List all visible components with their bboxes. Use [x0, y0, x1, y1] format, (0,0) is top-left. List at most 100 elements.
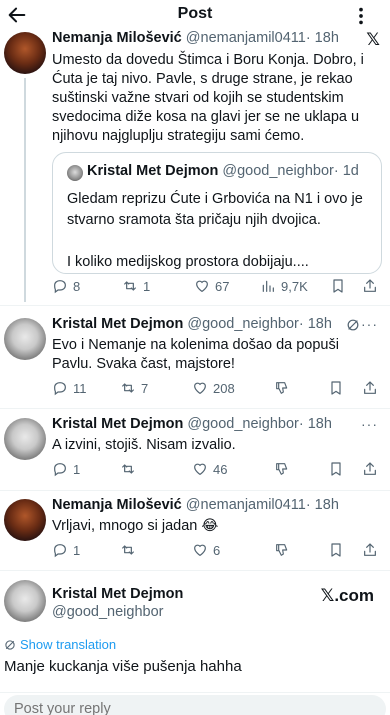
post-header: Nemanja Milošević @nemanjamil0411· 18h [52, 497, 390, 517]
more-horizontal-icon[interactable]: ··· [361, 416, 378, 432]
dislike-icon [276, 544, 288, 556]
dislike-icon [276, 382, 288, 394]
heart-icon [194, 544, 206, 557]
quote-text-line [67, 231, 369, 252]
reply-count: 1 [73, 542, 81, 558]
post-time[interactable]: · 18h [306, 30, 339, 46]
reply-icon [54, 544, 66, 558]
post-text-line: suštinski važne stvari od kojih se stude… [52, 90, 344, 106]
thread-line [24, 78, 26, 302]
quote-author-handle: @good_neighbor [222, 163, 334, 179]
repost-button[interactable] [120, 542, 136, 558]
more-horizontal-icon[interactable]: ··· [361, 316, 378, 332]
avatar[interactable] [4, 499, 46, 541]
bookmark-icon [331, 462, 341, 476]
share-button[interactable] [362, 461, 378, 477]
author-handle[interactable]: @good_neighbor [187, 416, 298, 432]
heart-icon [196, 280, 208, 293]
bookmark-button[interactable] [330, 278, 346, 294]
reply-button[interactable]: 1 [52, 542, 80, 558]
top-bar: Post [0, 0, 390, 30]
author-name[interactable]: Kristal Met Dejmon [52, 586, 183, 602]
main-post[interactable]: Nemanja Milošević @nemanjamil0411· 18h 𝕏… [0, 30, 390, 302]
quote-author-name: Kristal Met Dejmon [87, 163, 219, 179]
avatar[interactable] [4, 580, 46, 622]
repost-count: 1 [143, 278, 151, 294]
avatar[interactable] [4, 32, 46, 74]
translate-icon [5, 639, 15, 650]
views-chart-icon [262, 280, 274, 292]
like-count: 46 [213, 461, 228, 477]
avatar[interactable] [4, 418, 46, 460]
like-button[interactable]: 6 [192, 542, 220, 558]
post-text-line: svedocima diže kosa na glavi jer se ne u… [52, 109, 360, 125]
post-text-line: Vrljavi, mnogo si jadan 😂 [52, 518, 219, 534]
author-name[interactable]: Kristal Met Dejmon [52, 416, 183, 432]
post-time[interactable]: · 18h [299, 416, 332, 432]
like-button[interactable]: 46 [192, 461, 227, 477]
bookmark-button[interactable] [328, 380, 344, 396]
author-name[interactable]: Nemanja Milošević [52, 30, 182, 46]
reply-post[interactable]: Nemanja Milošević @nemanjamil0411· 18h V… [0, 497, 390, 567]
dislike-button[interactable] [274, 380, 290, 396]
author-name[interactable]: Nemanja Milošević [52, 497, 182, 513]
share-button[interactable] [362, 542, 378, 558]
reply-button[interactable]: 1 [52, 461, 80, 477]
post-text: Manje kuckanja više pušenja hahha [4, 658, 242, 675]
post-header: Nemanja Milošević @nemanjamil0411· 18h [52, 30, 390, 50]
quote-header: Kristal Met Dejmon @good_neighbor· 1d [87, 163, 359, 179]
post-time[interactable]: · 18h [306, 497, 339, 513]
repost-button[interactable]: 1 [122, 278, 150, 294]
post-actions: 8 1 67 9,7K [52, 278, 390, 298]
quote-time: · 1d [333, 163, 359, 179]
dislike-button[interactable] [274, 461, 290, 477]
author-handle[interactable]: @good_neighbor [52, 604, 163, 620]
bookmark-icon [331, 381, 341, 395]
reply-bar [0, 692, 390, 715]
share-button[interactable] [362, 380, 378, 396]
show-translation-link[interactable]: Show translation [4, 637, 116, 652]
repost-button[interactable]: 7 [120, 380, 148, 396]
reply-post[interactable]: Kristal Met Dejmon @good_neighbor· 18h ·… [0, 416, 390, 488]
x-logo-icon: 𝕏 [366, 30, 380, 49]
reply-input[interactable] [4, 695, 386, 715]
grok-icon[interactable] [346, 318, 360, 332]
quote-text-line: stvarno sramota šta pričaju njih dvojica… [67, 212, 321, 228]
repost-icon [122, 383, 134, 393]
post-header: Kristal Met Dejmon @good_neighbor· 18h [52, 416, 390, 436]
author-name[interactable]: Kristal Met Dejmon [52, 316, 183, 332]
bookmark-button[interactable] [328, 542, 344, 558]
post-actions: 1 46 [52, 461, 390, 481]
author-handle[interactable]: @nemanjamil0411 [186, 497, 306, 513]
reply-button[interactable]: 8 [52, 278, 80, 294]
divider [0, 408, 390, 409]
post-text-line: A izvini, stojiš. Nisam izvalio. [52, 437, 236, 453]
post-subheader: @good_neighbor [52, 604, 390, 624]
post-text: Vrljavi, mnogo si jadan 😂 [52, 517, 374, 536]
dislike-button[interactable] [274, 542, 290, 558]
post-text-line: Evo i Nemanje na kolenima došao da popuš… [52, 337, 339, 353]
like-button[interactable]: 67 [194, 278, 229, 294]
more-vertical-icon[interactable] [350, 6, 372, 26]
views-button[interactable]: 9,7K [260, 278, 308, 294]
avatar[interactable] [4, 318, 46, 360]
quote-avatar [67, 165, 83, 181]
post-text-line: njihovu najgluplju strategiju sami ćemo. [52, 128, 305, 144]
repost-icon [122, 464, 134, 474]
author-handle[interactable]: @good_neighbor [187, 316, 298, 332]
repost-button[interactable] [120, 461, 136, 477]
focused-reply[interactable]: Kristal Met Dejmon @good_neighbor 𝕏.com … [0, 580, 390, 680]
like-button[interactable]: 208 [192, 380, 235, 396]
like-count: 208 [213, 380, 235, 396]
post-time[interactable]: · 18h [299, 316, 332, 332]
bookmark-button[interactable] [328, 461, 344, 477]
quoted-post[interactable]: Kristal Met Dejmon @good_neighbor· 1d Gl… [52, 152, 382, 274]
divider [0, 305, 390, 306]
share-button[interactable] [362, 278, 378, 294]
post-actions: 1 6 [52, 542, 390, 562]
author-handle[interactable]: @nemanjamil0411 [186, 30, 306, 46]
reply-post[interactable]: Kristal Met Dejmon @good_neighbor· 18h ·… [0, 316, 390, 406]
reply-button[interactable]: 11 [52, 380, 87, 396]
dislike-icon [276, 463, 288, 475]
reply-icon [54, 463, 66, 477]
